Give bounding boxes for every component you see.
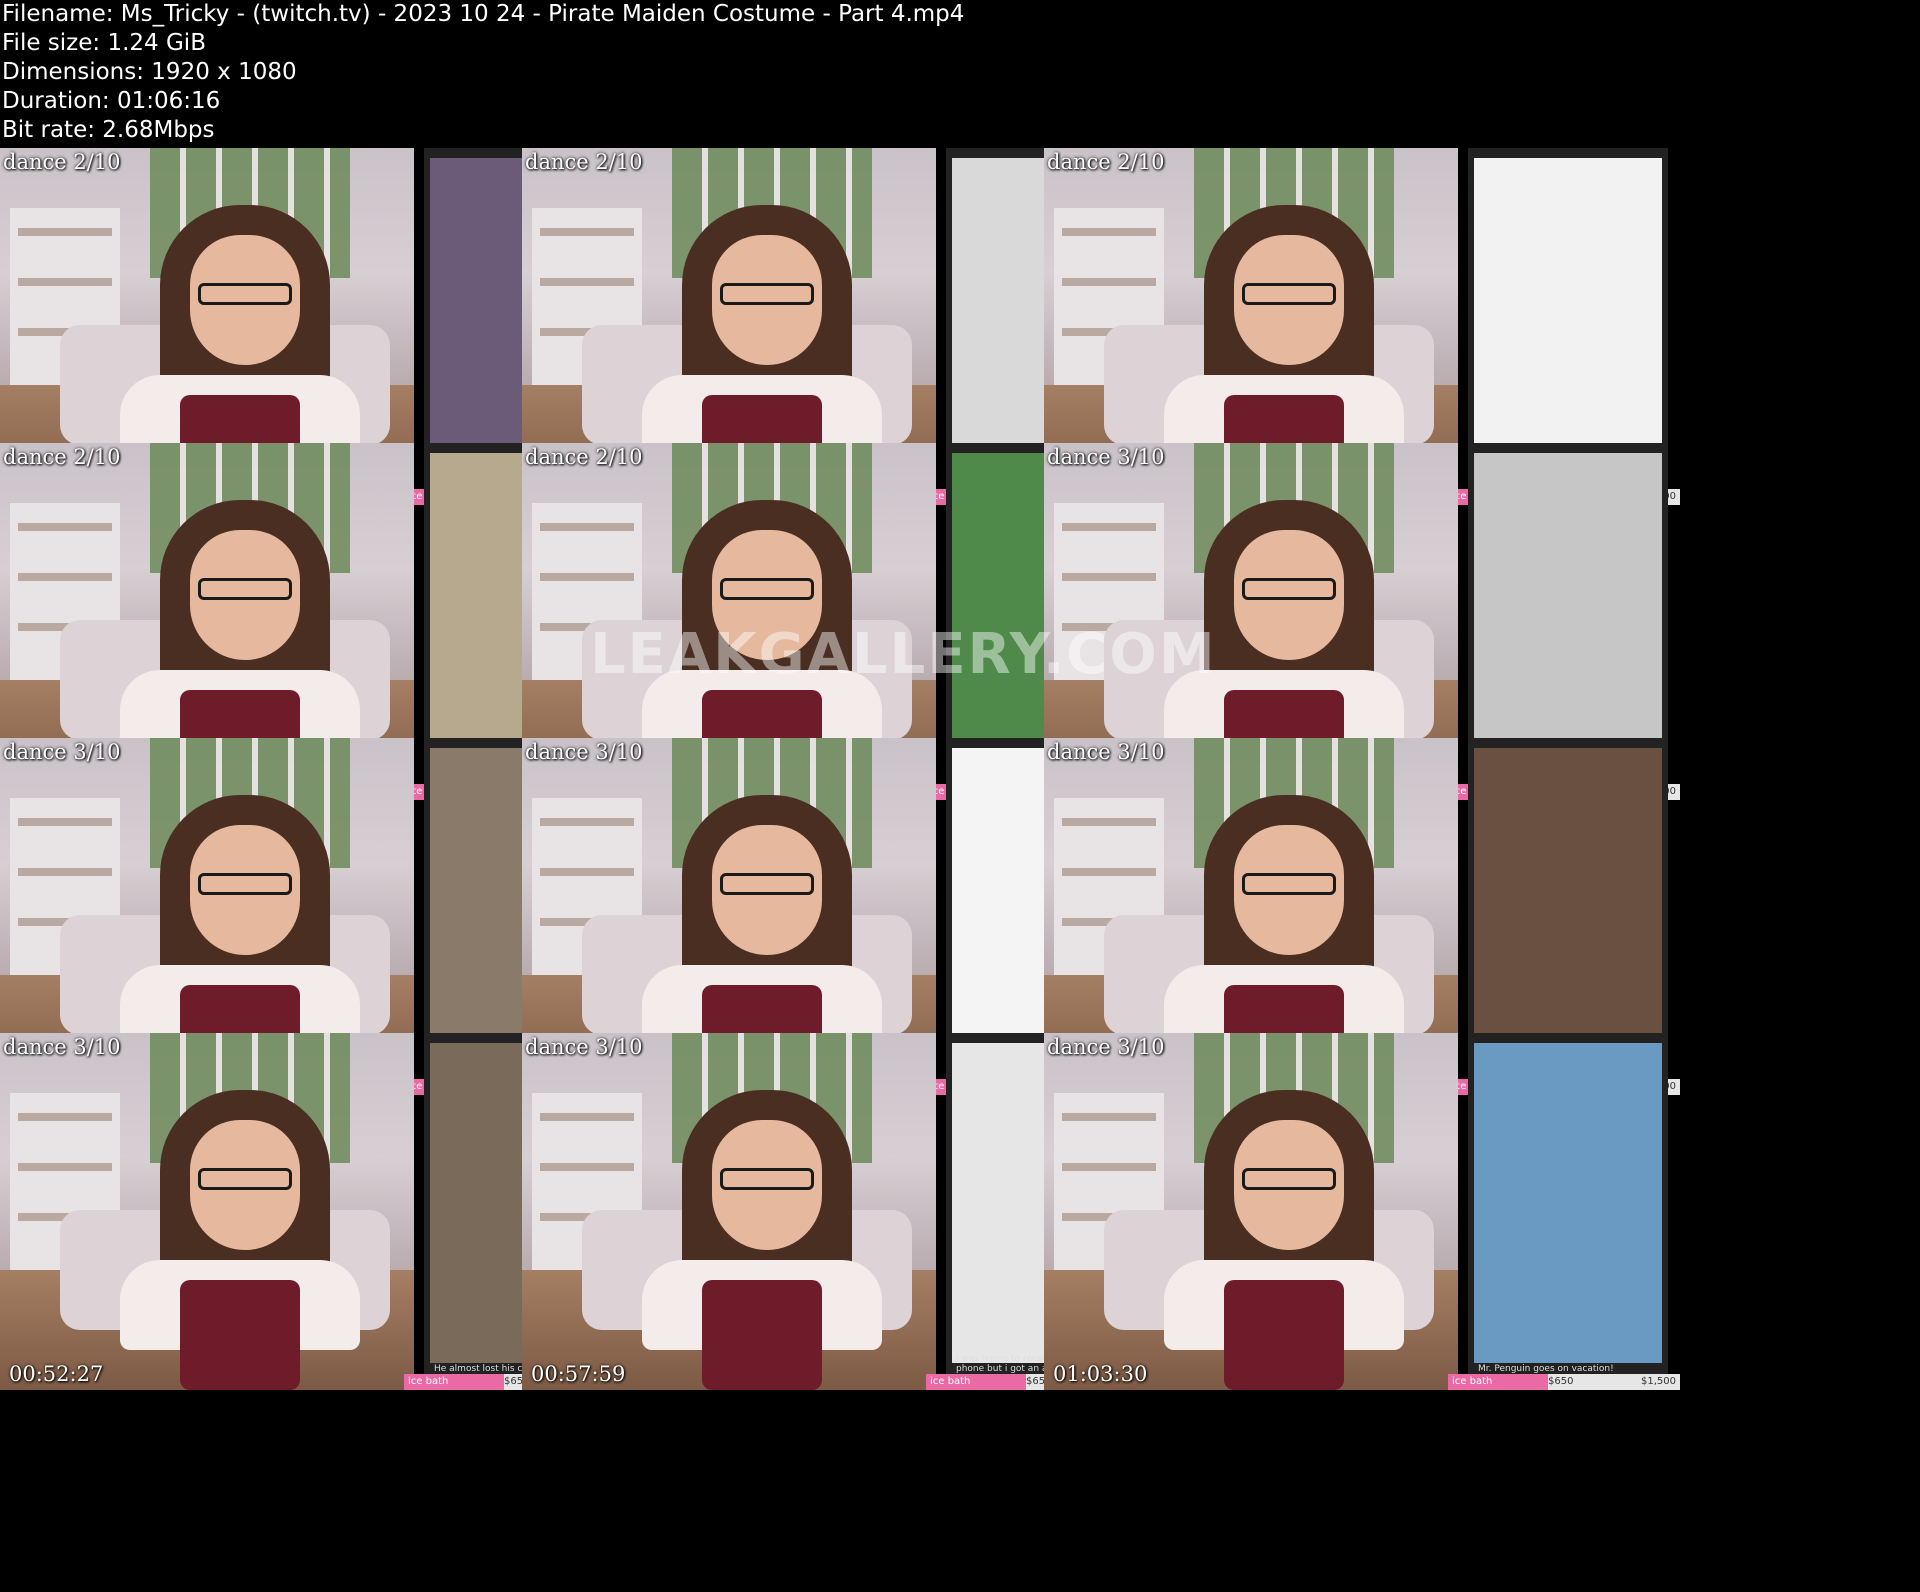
overlay-label: dance 2/10 <box>3 150 121 174</box>
glasses <box>198 578 292 600</box>
meta-bit-rate: Bit rate: 2.68Mbps <box>2 117 215 143</box>
glasses <box>198 1168 292 1190</box>
phone-screen <box>1474 158 1662 478</box>
watermark: LEAKGALLERY.COM <box>590 622 1217 687</box>
meta-file-size: File size: 1.24 GiB <box>2 30 206 56</box>
overlay-label: dance 3/10 <box>525 740 643 764</box>
streamer <box>642 1090 882 1390</box>
glasses <box>1242 1168 1336 1190</box>
glasses <box>1242 283 1336 305</box>
bodice <box>1224 1280 1344 1390</box>
phone-screen <box>1474 748 1662 1068</box>
glasses <box>720 578 814 600</box>
meta-duration: Duration: 01:06:16 <box>2 88 221 114</box>
phone-screen <box>1474 1043 1662 1363</box>
stream-scene <box>0 1033 414 1390</box>
meta-filename: Filename: Ms_Tricky - (twitch.tv) - 2023… <box>2 1 965 27</box>
goal-name: ice bath <box>1452 1376 1493 1387</box>
phone-video: Mr. Penguin goes on vacation! <box>1468 1033 1668 1390</box>
phone-caption: Mr. Penguin goes on vacation! <box>1478 1364 1614 1374</box>
glasses <box>720 283 814 305</box>
overlay-label: dance 3/10 <box>3 740 121 764</box>
overlay-label: dance 2/10 <box>1047 150 1165 174</box>
timestamp: 00:57:59 <box>531 1362 626 1386</box>
meta-dimensions: Dimensions: 1920 x 1080 <box>2 59 297 85</box>
bodice <box>702 1280 822 1390</box>
overlay-label: dance 2/10 <box>3 445 121 469</box>
goal-name: ice bath <box>408 1376 449 1387</box>
phone-screen <box>1474 453 1662 773</box>
streamer <box>1164 1090 1404 1390</box>
file-metadata: Filename: Ms_Tricky - (twitch.tv) - 2023… <box>0 0 1920 146</box>
thumbnail-tile: Mr. Penguin goes on vacation! ice bath $… <box>1044 1033 1920 1390</box>
timestamp: 01:03:30 <box>1053 1362 1148 1386</box>
goal-bar: ice bath $650 $1,500 <box>1448 1374 1680 1390</box>
goal-target: $1,500 <box>1641 1376 1676 1387</box>
bodice <box>180 1280 300 1390</box>
overlay-label: dance 3/10 <box>1047 445 1165 469</box>
glasses <box>1242 578 1336 600</box>
overlay-label: dance 3/10 <box>3 1035 121 1059</box>
glasses <box>1242 873 1336 895</box>
goal-current: $650 <box>1548 1376 1574 1387</box>
timestamp: 00:52:27 <box>9 1362 104 1386</box>
thumbnail-grid: Sonic live key lol. Some bops lol ... mo… <box>0 148 1920 1592</box>
stream-scene <box>1044 1033 1458 1390</box>
stream-scene <box>522 1033 936 1390</box>
glasses <box>720 873 814 895</box>
overlay-label: dance 2/10 <box>525 150 643 174</box>
streamer <box>120 1090 360 1390</box>
glasses <box>198 873 292 895</box>
goal-name: ice bath <box>930 1376 971 1387</box>
glasses <box>198 283 292 305</box>
glasses <box>720 1168 814 1190</box>
overlay-label: dance 3/10 <box>1047 740 1165 764</box>
overlay-label: dance 3/10 <box>1047 1035 1165 1059</box>
overlay-label: dance 3/10 <box>525 1035 643 1059</box>
overlay-label: dance 2/10 <box>525 445 643 469</box>
